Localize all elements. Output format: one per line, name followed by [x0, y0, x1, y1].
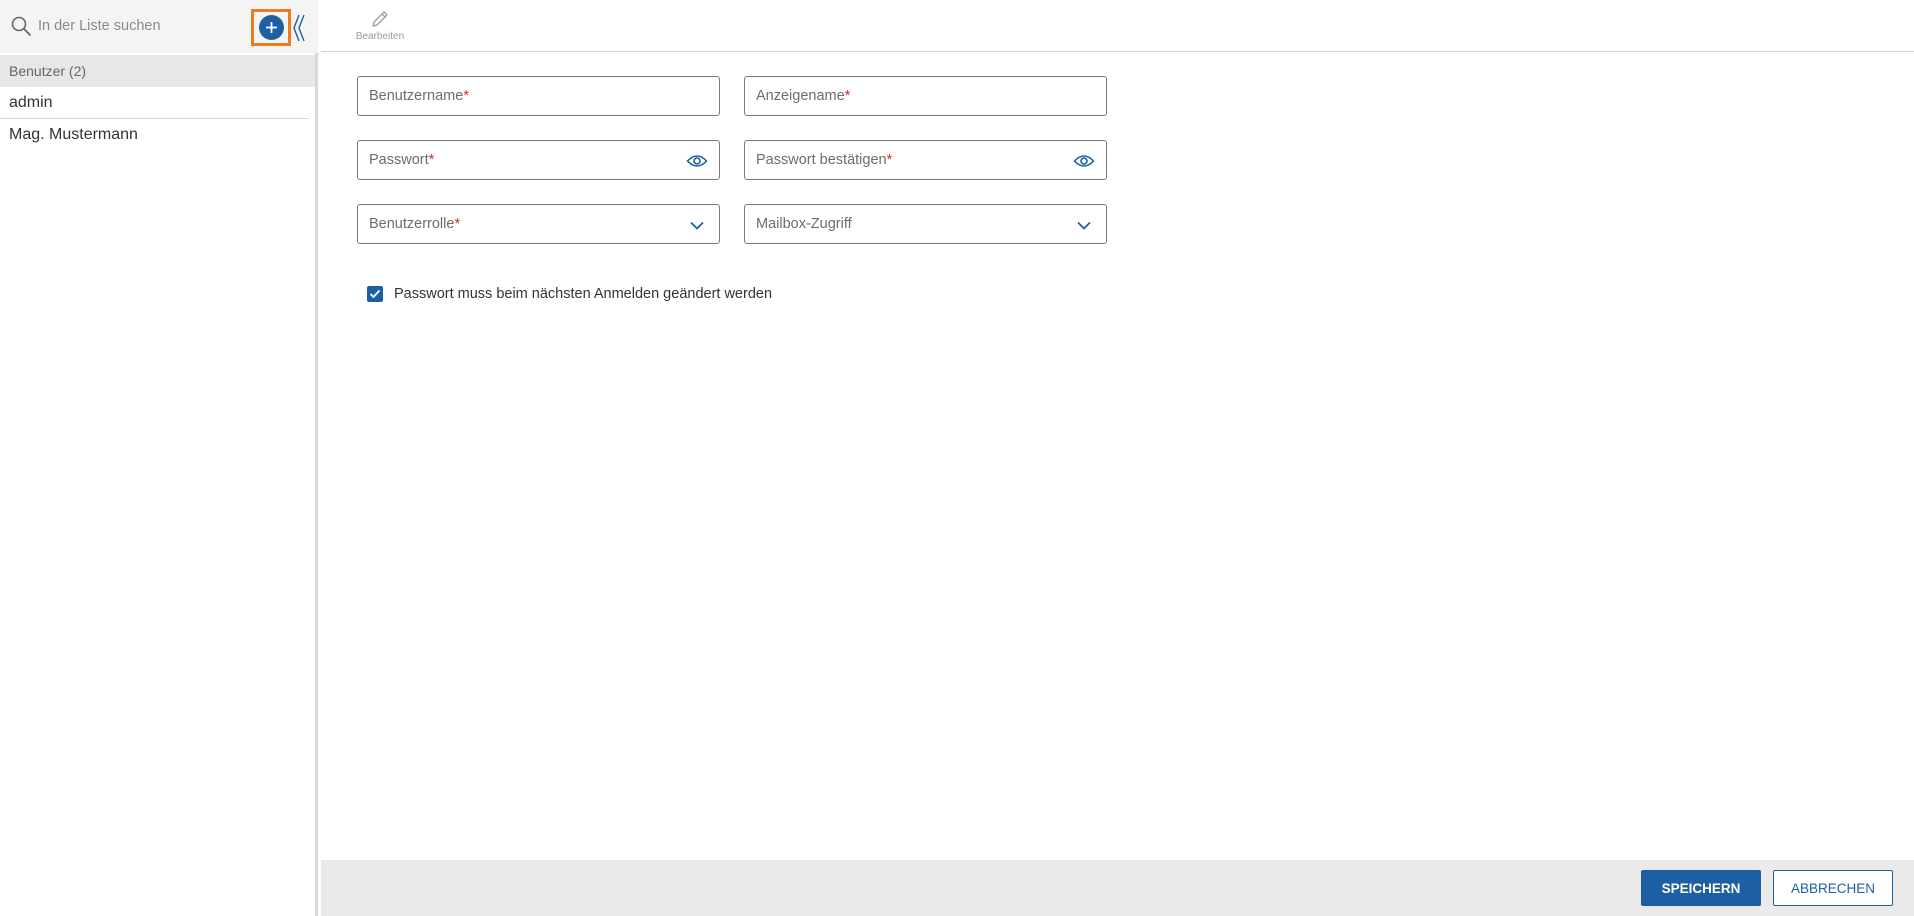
footer: SPEICHERN ABBRECHEN	[321, 860, 1914, 916]
group-header: Benutzer (2)	[0, 55, 315, 87]
password-confirm-label: Passwort bestätigen*	[756, 152, 893, 168]
app: Benutzer (2) admin Mag. Mustermann Bearb…	[0, 0, 1914, 916]
edit-label: Bearbeiten	[355, 31, 405, 42]
change-password-label: Passwort muss beim nächsten Anmelden geä…	[394, 286, 773, 302]
collapse-sidebar-icon[interactable]	[292, 13, 306, 43]
add-user-button[interactable]	[251, 9, 291, 46]
change-password-option[interactable]: Passwort muss beim nächsten Anmelden geä…	[367, 286, 772, 302]
list-item[interactable]: Mag. Mustermann	[0, 119, 309, 151]
display-name-field[interactable]: Anzeigename*	[744, 76, 1107, 116]
search-input[interactable]	[38, 12, 238, 40]
password-confirm-field[interactable]: Passwort bestätigen*	[744, 140, 1107, 180]
pencil-icon	[372, 11, 388, 27]
username-label: Benutzername*	[369, 88, 469, 104]
role-label: Benutzerrolle*	[369, 216, 461, 232]
search-icon	[11, 16, 31, 36]
eye-icon[interactable]	[686, 150, 708, 172]
mailbox-label: Mailbox-Zugriff	[756, 216, 852, 232]
password-field[interactable]: Passwort*	[357, 140, 720, 180]
sidebar: Benutzer (2) admin Mag. Mustermann	[0, 0, 318, 916]
edit-button[interactable]: Bearbeiten	[353, 8, 407, 46]
display-name-label: Anzeigename*	[756, 88, 851, 104]
password-label: Passwort*	[369, 152, 435, 168]
list-item[interactable]: admin	[0, 87, 309, 119]
chevron-down-icon	[686, 214, 708, 236]
mailbox-select[interactable]: Mailbox-Zugriff	[744, 204, 1107, 244]
save-button[interactable]: SPEICHERN	[1641, 870, 1761, 906]
username-field[interactable]: Benutzername*	[357, 76, 720, 116]
change-password-checkbox[interactable]	[367, 286, 383, 302]
toolbar: Bearbeiten	[321, 0, 1914, 52]
chevron-down-icon	[1073, 214, 1095, 236]
plus-icon	[258, 15, 284, 40]
eye-icon[interactable]	[1073, 150, 1095, 172]
main-panel: Bearbeiten Benutzername* Anzeigename* Pa…	[321, 0, 1914, 916]
cancel-button[interactable]: ABBRECHEN	[1773, 870, 1893, 906]
role-select[interactable]: Benutzerrolle*	[357, 204, 720, 244]
sidebar-header	[0, 0, 318, 53]
